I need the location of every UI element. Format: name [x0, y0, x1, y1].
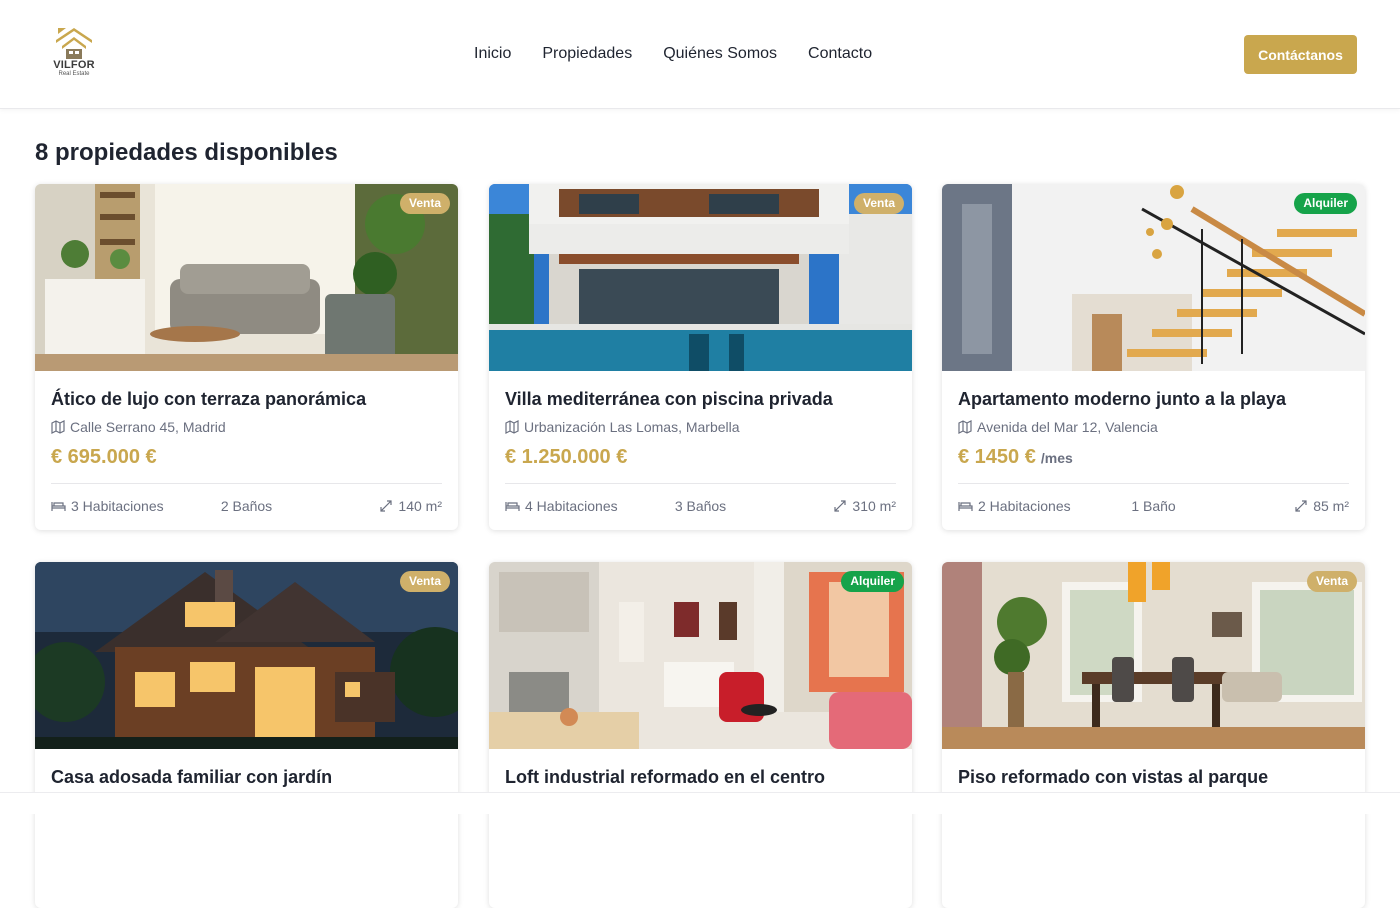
- property-price: € 1450 € /mes: [958, 446, 1073, 469]
- property-card[interactable]: Venta Ático de lujo con terraza panorámi…: [35, 184, 458, 530]
- card-divider: [51, 483, 442, 484]
- property-card[interactable]: Alquiler Apartamento moderno junto a la …: [942, 184, 1365, 530]
- property-title[interactable]: Ático de lujo con terraza panorámica: [51, 389, 366, 410]
- house-logo-icon: [56, 28, 92, 59]
- property-address: Avenida del Mar 12, Valencia: [958, 419, 1158, 435]
- map-icon: [51, 420, 65, 434]
- house-night-photo[interactable]: Venta: [35, 562, 458, 749]
- brand-logo[interactable]: VILFOR Real Estate: [52, 26, 96, 82]
- expand-icon: [380, 500, 393, 512]
- contact-button[interactable]: Contáctanos: [1244, 35, 1357, 74]
- living-room-photo[interactable]: Venta: [35, 184, 458, 371]
- property-card[interactable]: Alquiler Loft industrial reformado en el…: [489, 562, 912, 908]
- property-price: € 1.250.000 €: [505, 446, 627, 469]
- baths-text: 2 Baños: [220, 498, 273, 514]
- area-text: 85 m²: [1313, 498, 1349, 514]
- card-divider: [505, 483, 896, 484]
- expand-icon: [1295, 500, 1307, 512]
- property-address: Urbanización Las Lomas, Marbella: [505, 419, 740, 435]
- loft-kitchen-photo[interactable]: Alquiler: [489, 562, 912, 749]
- badge-alquiler: Alquiler: [841, 571, 904, 592]
- property-card[interactable]: Venta Casa adosada familiar con jardín: [35, 562, 458, 908]
- brand-name: VILFOR: [53, 59, 95, 71]
- badge-venta: Venta: [1306, 571, 1357, 592]
- nav-quienes-somos[interactable]: Quiénes Somos: [663, 44, 777, 64]
- property-card[interactable]: Venta Villa mediterránea con piscina pri…: [489, 184, 912, 530]
- property-price: € 695.000 €: [51, 446, 157, 469]
- property-title[interactable]: Apartamento moderno junto a la playa: [958, 389, 1286, 410]
- map-icon: [505, 420, 519, 434]
- badge-venta: Venta: [853, 193, 904, 214]
- dining-room-photo[interactable]: Venta: [942, 562, 1365, 749]
- staircase-photo[interactable]: Alquiler: [942, 184, 1365, 371]
- address-text: Urbanización Las Lomas, Marbella: [524, 419, 740, 435]
- price-value: € 1.250.000 €: [505, 446, 628, 468]
- property-card[interactable]: Venta Piso reformado con vistas al parqu…: [942, 562, 1365, 908]
- feature-area: 310 m²: [833, 498, 896, 514]
- property-title[interactable]: Villa mediterránea con piscina privada: [505, 389, 833, 410]
- feature-area: 140 m²: [379, 498, 442, 514]
- page-title: 8 propiedades disponibles: [35, 139, 338, 166]
- brand-tagline: Real Estate: [58, 71, 90, 77]
- address-text: Avenida del Mar 12, Valencia: [977, 419, 1158, 435]
- nav-inicio[interactable]: Inicio: [474, 44, 511, 64]
- baths-text: 1 Baño: [1131, 498, 1176, 514]
- site-header: VILFOR Real Estate Inicio Propiedades Qu…: [0, 0, 1400, 109]
- browser-bottom-edge: [0, 792, 1400, 814]
- area-text: 310 m²: [852, 498, 896, 514]
- nav-contacto[interactable]: Contacto: [808, 44, 872, 64]
- main-nav: Inicio Propiedades Quiénes Somos Contact…: [474, 44, 872, 64]
- price-value: € 695.000 €: [51, 446, 157, 468]
- price-value: € 1450 €: [958, 446, 1036, 468]
- expand-icon: [834, 500, 847, 512]
- nav-propiedades[interactable]: Propiedades: [542, 44, 632, 64]
- badge-venta: Venta: [399, 193, 450, 214]
- baths-text: 3 Baños: [674, 498, 727, 514]
- badge-alquiler: Alquiler: [1294, 193, 1357, 214]
- card-divider: [958, 483, 1349, 484]
- area-text: 140 m²: [398, 498, 442, 514]
- feature-area: 85 m²: [1294, 498, 1349, 514]
- property-title[interactable]: Loft industrial reformado en el centro: [505, 767, 825, 788]
- property-address: Calle Serrano 45, Madrid: [51, 419, 226, 435]
- map-icon: [958, 420, 972, 434]
- property-title[interactable]: Piso reformado con vistas al parque: [958, 767, 1268, 788]
- badge-venta: Venta: [399, 571, 450, 592]
- property-title[interactable]: Casa adosada familiar con jardín: [51, 767, 332, 788]
- address-text: Calle Serrano 45, Madrid: [70, 419, 226, 435]
- villa-pool-photo[interactable]: Venta: [489, 184, 912, 371]
- price-suffix: /mes: [1040, 450, 1073, 466]
